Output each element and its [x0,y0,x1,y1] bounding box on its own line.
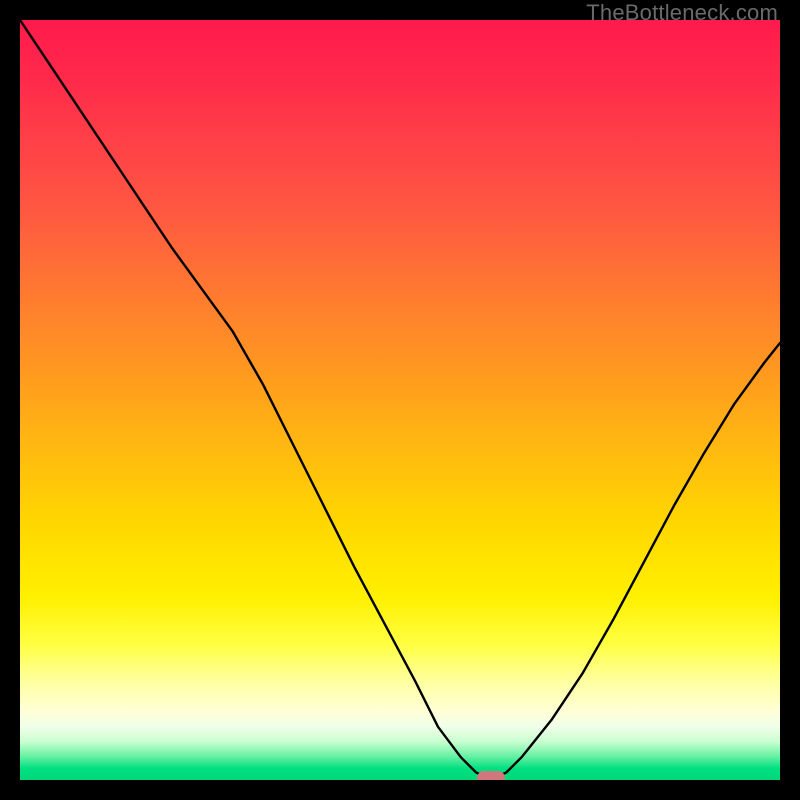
watermark-text: TheBottleneck.com [586,0,778,26]
bottleneck-curve [20,20,780,780]
optimal-point-marker [477,771,505,780]
plot-area [20,20,780,780]
chart-frame: TheBottleneck.com [0,0,800,800]
